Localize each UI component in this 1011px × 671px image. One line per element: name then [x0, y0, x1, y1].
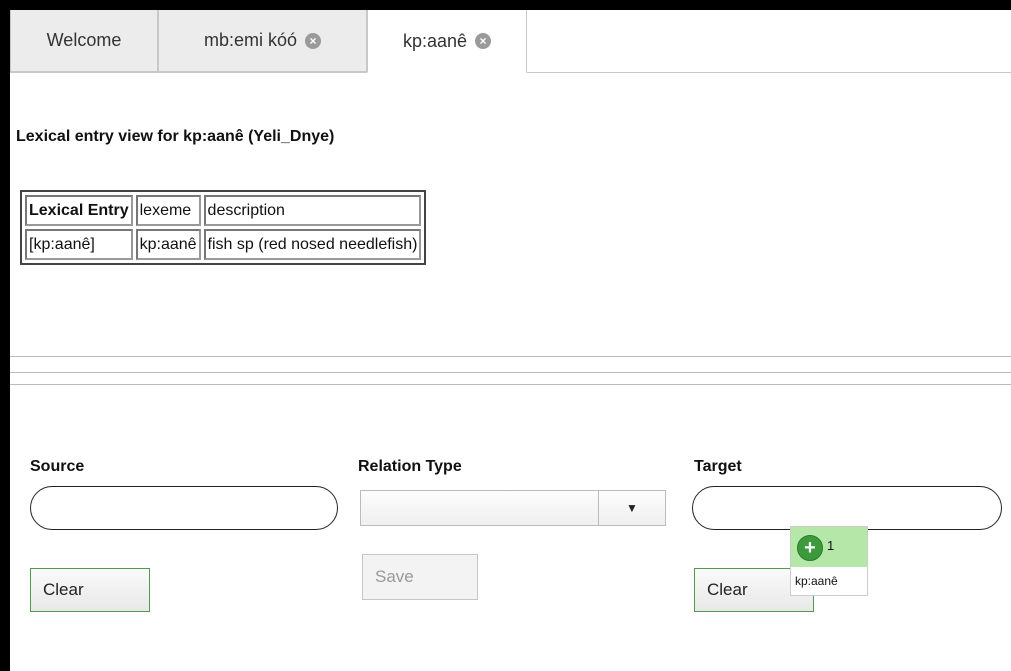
- app-frame: Welcome mb:emi kóó × kp:aanê × Lexical e…: [10, 10, 1011, 671]
- close-icon[interactable]: ×: [475, 33, 492, 49]
- tab-kp-aane[interactable]: kp:aanê ×: [367, 10, 527, 73]
- drag-label: kp:aanê: [795, 574, 838, 588]
- table-cell[interactable]: kp:aanê: [135, 229, 201, 260]
- drag-proxy[interactable]: + 1 kp:aanê: [790, 526, 868, 596]
- table-cell[interactable]: [kp:aanê]: [25, 229, 133, 260]
- panel-divider: [10, 372, 1011, 373]
- page-title: Lexical entry view for kp:aanê (Yeli_Dny…: [16, 128, 335, 145]
- tab-mb-emi-koo[interactable]: mb:emi kóó ×: [158, 10, 367, 72]
- relation-type-select[interactable]: ▼: [360, 490, 666, 526]
- tab-label: Welcome: [46, 30, 122, 50]
- button-label: Save: [375, 567, 414, 586]
- close-icon[interactable]: ×: [305, 32, 322, 49]
- tab-label: kp:aanê: [402, 30, 468, 51]
- table-row: [kp:aanê] kp:aanê fish sp (red nosed nee…: [25, 229, 422, 260]
- tab-label: mb:emi kóó: [203, 30, 298, 50]
- source-clear-button[interactable]: Clear: [30, 568, 150, 612]
- lexical-entry-table: Lexical Entry lexeme description [kp:aan…: [20, 190, 427, 265]
- chevron-down-icon[interactable]: ▼: [598, 491, 665, 525]
- button-label: Clear: [707, 580, 748, 599]
- target-input[interactable]: [692, 486, 1002, 530]
- drag-count: 1: [827, 538, 835, 553]
- table-header-cell: lexeme: [135, 195, 201, 226]
- target-label: Target: [694, 458, 742, 475]
- source-label: Source: [30, 458, 85, 475]
- panel-divider: [10, 356, 1011, 357]
- plus-icon: +: [797, 535, 823, 561]
- table-cell[interactable]: fish sp (red nosed needlefish): [203, 229, 422, 260]
- save-button[interactable]: Save: [362, 554, 478, 600]
- table-header-cell: description: [203, 195, 422, 226]
- relation-type-label: Relation Type: [358, 458, 462, 475]
- table-header-row: Lexical Entry lexeme description: [25, 195, 422, 226]
- tab-welcome[interactable]: Welcome: [10, 10, 158, 72]
- source-input[interactable]: [30, 486, 338, 530]
- panel-divider: [10, 384, 1011, 385]
- tab-bar: Welcome mb:emi kóó × kp:aanê ×: [10, 10, 1011, 73]
- table-header-cell: Lexical Entry: [25, 195, 133, 226]
- button-label: Clear: [43, 580, 84, 599]
